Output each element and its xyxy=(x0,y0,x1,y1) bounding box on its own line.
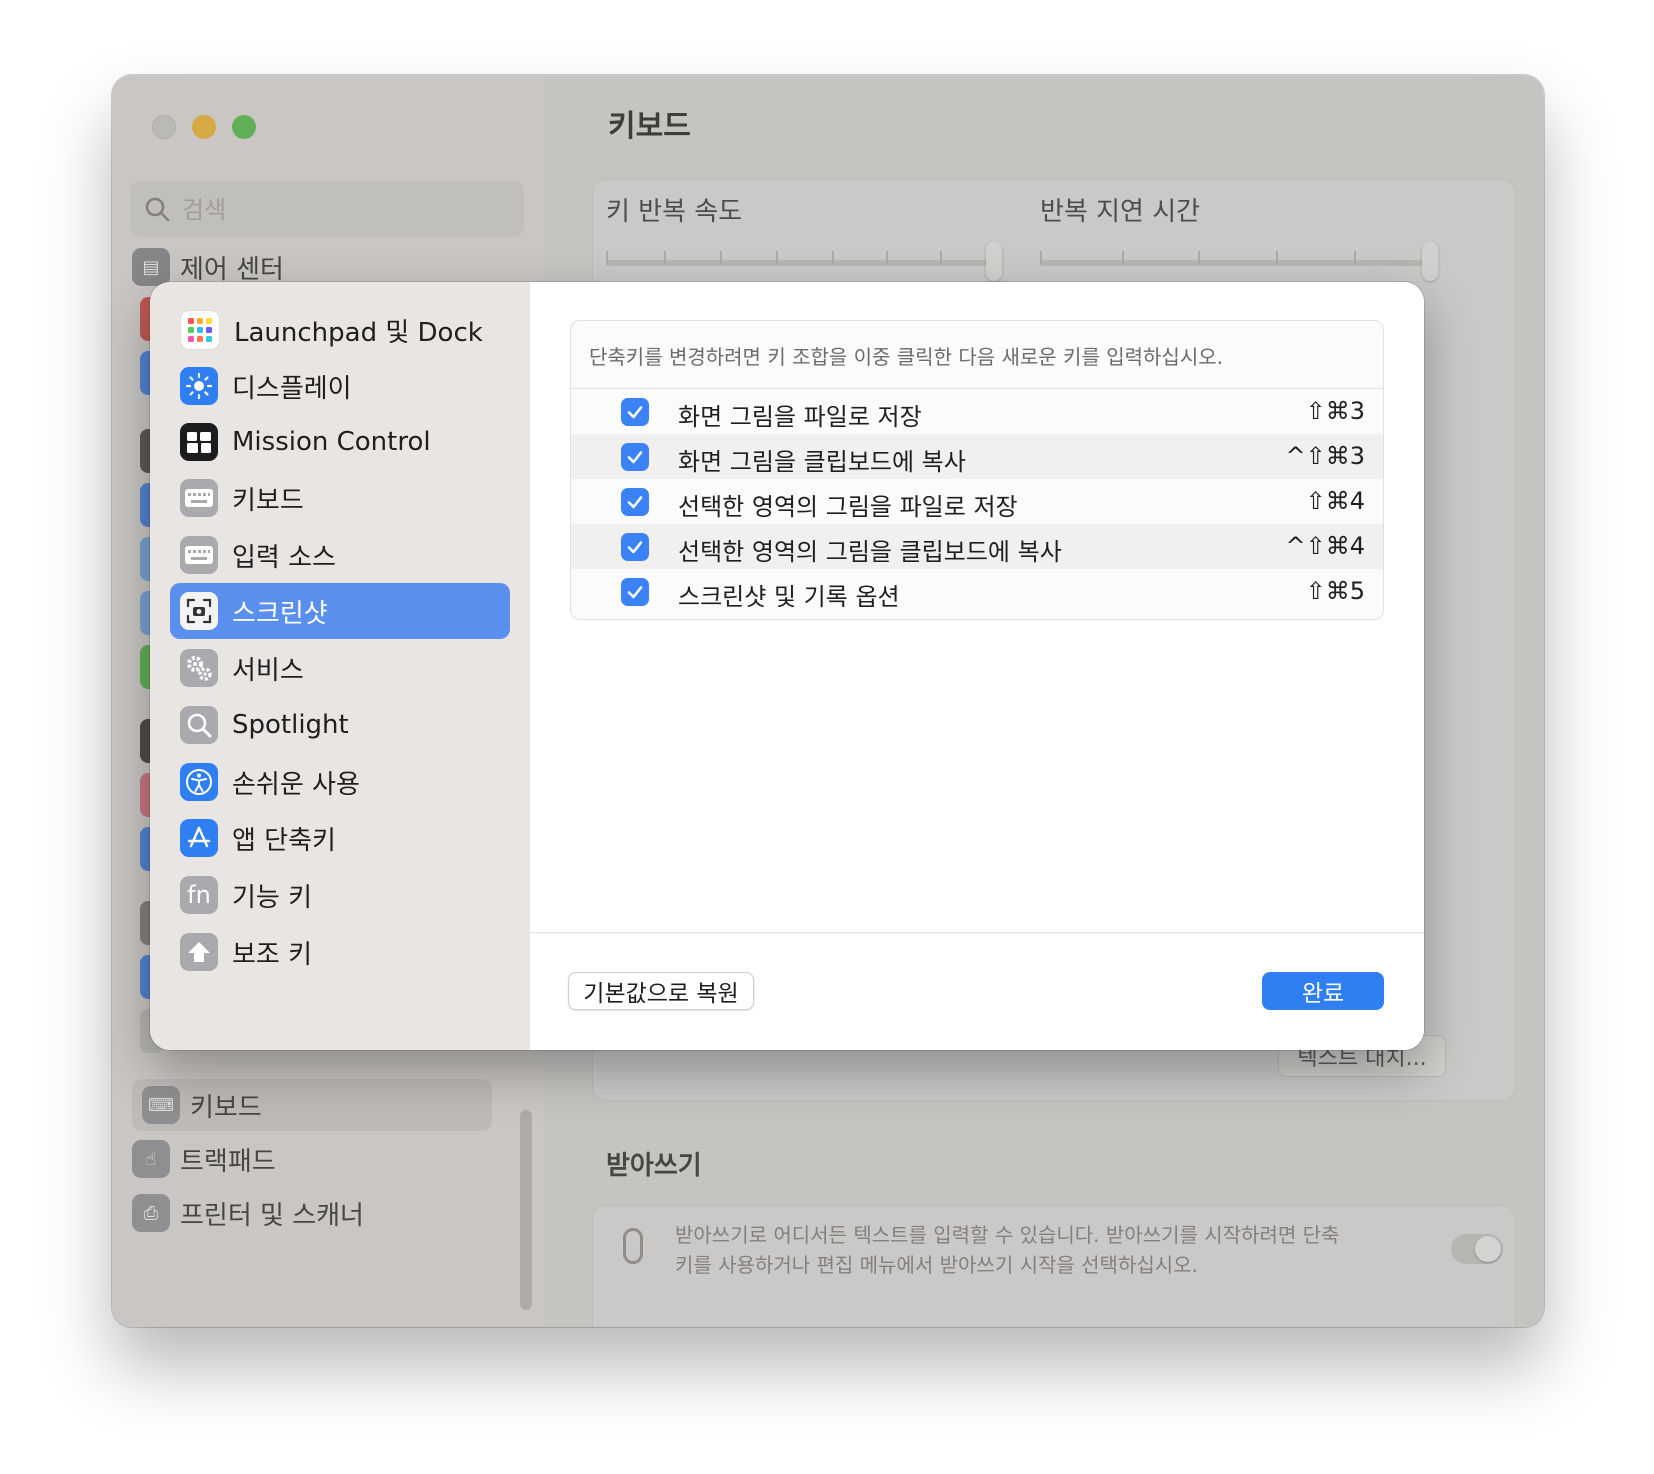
category-label: Launchpad 및 Dock xyxy=(234,317,483,348)
shortcut-keys[interactable]: ^⇧⌘4 xyxy=(1286,532,1366,560)
done-button[interactable]: 완료 xyxy=(1262,972,1384,1010)
mission-control-icon xyxy=(180,423,218,461)
category-launchpad-dock[interactable]: Launchpad 및 Dock xyxy=(170,302,510,358)
checkmark-icon xyxy=(627,586,643,599)
category-spotlight[interactable]: Spotlight xyxy=(170,697,510,753)
category-accessibility[interactable]: 손쉬운 사용 xyxy=(170,754,510,810)
category-label: Mission Control xyxy=(232,427,431,457)
shortcut-checkbox[interactable] xyxy=(621,578,649,606)
display-brightness-icon xyxy=(180,367,218,405)
checkmark-icon xyxy=(627,541,643,554)
category-label: 디스플레이 xyxy=(232,373,352,404)
shortcut-row[interactable]: 스크린샷 및 기록 옵션 ⇧⌘5 xyxy=(571,569,1383,614)
screenshot-icon xyxy=(180,592,218,630)
input-sources-icon xyxy=(180,536,218,574)
gears-icon xyxy=(180,649,218,687)
restore-defaults-button[interactable]: 기본값으로 복원 xyxy=(568,972,754,1010)
keyboard-shortcuts-sheet: Launchpad 및 Dock 디스플레이 Mission Control 키… xyxy=(150,282,1424,1050)
launchpad-icon xyxy=(180,310,220,350)
shortcut-label: 스크린샷 및 기록 옵션 xyxy=(678,583,900,611)
shortcut-detail-pane: 단축키를 변경하려면 키 조합을 이중 클릭한 다음 새로운 키를 입력하십시오… xyxy=(530,282,1424,1050)
category-modifier-keys[interactable]: 보조 키 xyxy=(170,924,510,980)
category-function-keys[interactable]: fn 기능 키 xyxy=(170,867,510,923)
shortcut-label: 선택한 영역의 그림을 파일로 저장 xyxy=(678,493,1018,521)
category-label: 키보드 xyxy=(232,485,304,516)
category-label: 입력 소스 xyxy=(232,542,336,573)
shortcut-checkbox[interactable] xyxy=(621,443,649,471)
category-app-shortcuts[interactable]: 앱 단축키 xyxy=(170,810,510,866)
shortcut-keys[interactable]: ⇧⌘3 xyxy=(1306,397,1365,425)
magnifier-icon xyxy=(180,706,218,744)
category-label: Spotlight xyxy=(232,710,349,740)
category-label: 보조 키 xyxy=(232,939,313,970)
category-label: 앱 단축키 xyxy=(232,825,336,856)
shortcut-categories: Launchpad 및 Dock 디스플레이 Mission Control 키… xyxy=(150,282,531,1050)
shortcut-keys[interactable]: ⇧⌘5 xyxy=(1306,577,1365,605)
checkmark-icon xyxy=(627,451,643,464)
app-store-icon xyxy=(180,819,218,857)
shortcut-label: 선택한 영역의 그림을 클립보드에 복사 xyxy=(678,538,1062,566)
shortcut-row[interactable]: 화면 그림을 클립보드에 복사 ^⇧⌘3 xyxy=(571,434,1383,479)
fn-icon: fn xyxy=(180,876,218,914)
modifier-keys-icon xyxy=(180,933,218,971)
shortcut-label: 화면 그림을 클립보드에 복사 xyxy=(678,448,966,476)
shortcut-checkbox[interactable] xyxy=(621,398,649,426)
shortcut-row[interactable]: 선택한 영역의 그림을 파일로 저장 ⇧⌘4 xyxy=(571,479,1383,524)
category-display[interactable]: 디스플레이 xyxy=(170,358,510,414)
accessibility-icon xyxy=(180,763,218,801)
category-label: 스크린샷 xyxy=(232,598,328,629)
category-label: 서비스 xyxy=(232,655,304,686)
category-mission-control[interactable]: Mission Control xyxy=(170,414,510,470)
shortcut-hint: 단축키를 변경하려면 키 조합을 이중 클릭한 다음 새로운 키를 입력하십시오… xyxy=(589,345,1223,369)
category-label: 기능 키 xyxy=(232,882,313,913)
shortcut-row[interactable]: 화면 그림을 파일로 저장 ⇧⌘3 xyxy=(571,389,1383,434)
checkmark-icon xyxy=(627,406,643,419)
divider xyxy=(530,932,1424,933)
shortcut-checkbox[interactable] xyxy=(621,533,649,561)
shortcut-row[interactable]: 선택한 영역의 그림을 클립보드에 복사 ^⇧⌘4 xyxy=(571,524,1383,569)
shortcut-label: 화면 그림을 파일로 저장 xyxy=(678,403,922,431)
category-services[interactable]: 서비스 xyxy=(170,640,510,696)
category-screenshots[interactable]: 스크린샷 xyxy=(170,583,510,639)
shortcut-list: 단축키를 변경하려면 키 조합을 이중 클릭한 다음 새로운 키를 입력하십시오… xyxy=(570,320,1384,620)
shortcut-keys[interactable]: ⇧⌘4 xyxy=(1306,487,1365,515)
checkmark-icon xyxy=(627,496,643,509)
keyboard-icon xyxy=(180,479,218,517)
shortcut-checkbox[interactable] xyxy=(621,488,649,516)
category-input-sources[interactable]: 입력 소스 xyxy=(170,527,510,583)
shortcut-keys[interactable]: ^⇧⌘3 xyxy=(1286,442,1366,470)
category-keyboard[interactable]: 키보드 xyxy=(170,470,510,526)
category-label: 손쉬운 사용 xyxy=(232,769,360,800)
